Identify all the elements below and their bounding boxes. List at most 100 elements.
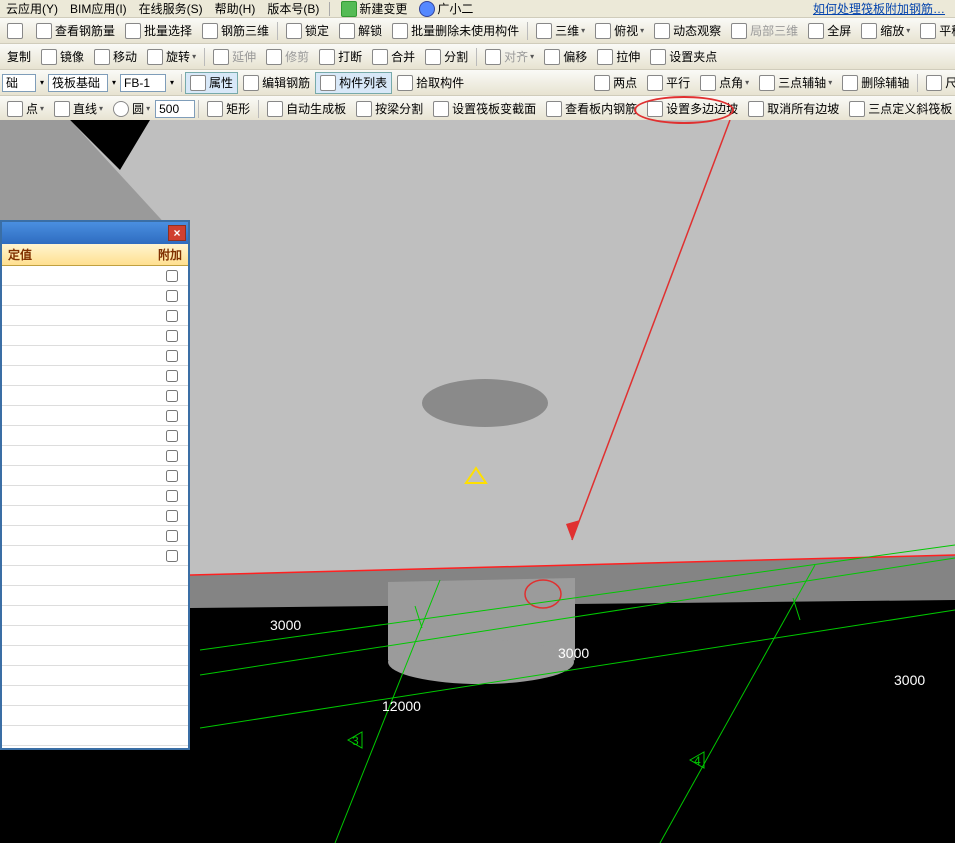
row-checkbox[interactable]: [166, 550, 178, 562]
menu-bim[interactable]: BIM应用(I): [64, 0, 133, 17]
row-checkbox[interactable]: [166, 270, 178, 282]
row-checkbox[interactable]: [166, 470, 178, 482]
btn-rect[interactable]: 矩形: [202, 98, 255, 120]
row-checkbox[interactable]: [166, 450, 178, 462]
btn-icon1[interactable]: [2, 20, 31, 42]
panel-close-button[interactable]: ×: [168, 225, 186, 241]
help-link[interactable]: 如何处理筏板附加钢筋…: [813, 0, 955, 17]
btn-unlock[interactable]: 解锁: [334, 20, 387, 42]
btn-mirror[interactable]: 镜像: [36, 46, 89, 68]
btn-parallel[interactable]: 平行: [642, 72, 695, 94]
menu-cloud[interactable]: 云应用(Y): [0, 0, 64, 17]
row-checkbox[interactable]: [166, 530, 178, 542]
helper-button[interactable]: 广小二: [413, 0, 479, 17]
btn-offset[interactable]: 偏移: [539, 46, 592, 68]
row-checkbox[interactable]: [166, 290, 178, 302]
dropdown-icon[interactable]: ▾: [36, 78, 48, 87]
row-checkbox[interactable]: [166, 490, 178, 502]
sel-name[interactable]: [120, 74, 166, 92]
row-checkbox[interactable]: [166, 350, 178, 362]
btn-property[interactable]: 属性: [185, 72, 238, 94]
menu-online[interactable]: 在线服务(S): [133, 0, 209, 17]
btn-dynamic-view[interactable]: 动态观察: [649, 20, 726, 42]
panel-row[interactable]: [2, 726, 188, 746]
btn-zoom[interactable]: 缩放: [856, 20, 915, 42]
panel-row[interactable]: [2, 546, 188, 566]
btn-3d[interactable]: 三维: [531, 20, 590, 42]
btn-three-aux[interactable]: 三点辅轴: [754, 72, 837, 94]
btn-dimension[interactable]: 尺寸标注: [921, 72, 955, 94]
panel-row[interactable]: [2, 306, 188, 326]
panel-row[interactable]: [2, 626, 188, 646]
panel-row[interactable]: [2, 466, 188, 486]
btn-three-pt-slab[interactable]: 三点定义斜筏板: [844, 98, 955, 120]
btn-point[interactable]: 点: [2, 98, 49, 120]
new-change-button[interactable]: 新建变更: [335, 0, 413, 17]
row-checkbox[interactable]: [166, 410, 178, 422]
btn-batch-del[interactable]: 批量删除未使用构件: [387, 20, 524, 42]
panel-row[interactable]: [2, 446, 188, 466]
panel-row[interactable]: [2, 646, 188, 666]
menu-version[interactable]: 版本号(B): [261, 0, 325, 17]
sel-category[interactable]: [2, 74, 36, 92]
btn-cancel-slope[interactable]: 取消所有边坡: [743, 98, 844, 120]
btn-rebar-3d[interactable]: 钢筋三维: [197, 20, 274, 42]
btn-trim[interactable]: 修剪: [261, 46, 314, 68]
dropdown-icon[interactable]: ▾: [108, 78, 120, 87]
panel-row[interactable]: [2, 706, 188, 726]
btn-batch-select[interactable]: 批量选择: [120, 20, 197, 42]
btn-move[interactable]: 移动: [89, 46, 142, 68]
btn-local-3d[interactable]: 局部三维: [726, 20, 803, 42]
row-checkbox[interactable]: [166, 390, 178, 402]
btn-view-slab-rebar[interactable]: 查看板内钢筋: [541, 98, 642, 120]
panel-row[interactable]: [2, 686, 188, 706]
btn-top-view[interactable]: 俯视: [590, 20, 649, 42]
btn-break[interactable]: 打断: [314, 46, 367, 68]
btn-auto-slab[interactable]: 自动生成板: [262, 98, 351, 120]
row-checkbox[interactable]: [166, 370, 178, 382]
panel-row[interactable]: [2, 346, 188, 366]
panel-row[interactable]: [2, 486, 188, 506]
size-input[interactable]: [155, 100, 195, 118]
panel-row[interactable]: [2, 326, 188, 346]
panel-titlebar[interactable]: ×: [2, 222, 188, 244]
sel-type[interactable]: [48, 74, 108, 92]
panel-row[interactable]: [2, 386, 188, 406]
row-checkbox[interactable]: [166, 330, 178, 342]
btn-view-rebar[interactable]: 查看钢筋量: [31, 20, 120, 42]
btn-split[interactable]: 分割: [420, 46, 473, 68]
btn-copy[interactable]: 复制: [2, 46, 36, 68]
panel-row[interactable]: [2, 666, 188, 686]
btn-point-angle[interactable]: 点角: [695, 72, 754, 94]
btn-align[interactable]: 对齐: [480, 46, 539, 68]
menu-help[interactable]: 帮助(H): [209, 0, 262, 17]
btn-beam-split[interactable]: 按梁分割: [351, 98, 428, 120]
panel-row[interactable]: [2, 406, 188, 426]
panel-row[interactable]: [2, 266, 188, 286]
panel-row[interactable]: [2, 366, 188, 386]
panel-row[interactable]: [2, 506, 188, 526]
panel-row[interactable]: [2, 566, 188, 586]
btn-merge[interactable]: 合并: [367, 46, 420, 68]
btn-del-aux[interactable]: 删除辅轴: [837, 72, 914, 94]
btn-set-section[interactable]: 设置筏板变截面: [428, 98, 541, 120]
row-checkbox[interactable]: [166, 510, 178, 522]
row-checkbox[interactable]: [166, 310, 178, 322]
dropdown-icon[interactable]: ▾: [166, 78, 178, 87]
btn-line[interactable]: 直线: [49, 98, 108, 120]
btn-fullscreen[interactable]: 全屏: [803, 20, 856, 42]
panel-row[interactable]: [2, 606, 188, 626]
row-checkbox[interactable]: [166, 430, 178, 442]
panel-row[interactable]: [2, 586, 188, 606]
panel-row[interactable]: [2, 426, 188, 446]
panel-row[interactable]: [2, 286, 188, 306]
btn-stretch[interactable]: 拉伸: [592, 46, 645, 68]
btn-pan[interactable]: 平移: [915, 20, 955, 42]
btn-component-list[interactable]: 构件列表: [315, 72, 392, 94]
btn-edit-rebar[interactable]: 编辑钢筋: [238, 72, 315, 94]
btn-circle[interactable]: 圆: [108, 98, 155, 120]
btn-set-grip[interactable]: 设置夹点: [645, 46, 722, 68]
panel-row[interactable]: [2, 526, 188, 546]
btn-extend[interactable]: 延伸: [208, 46, 261, 68]
btn-two-point[interactable]: 两点: [589, 72, 642, 94]
